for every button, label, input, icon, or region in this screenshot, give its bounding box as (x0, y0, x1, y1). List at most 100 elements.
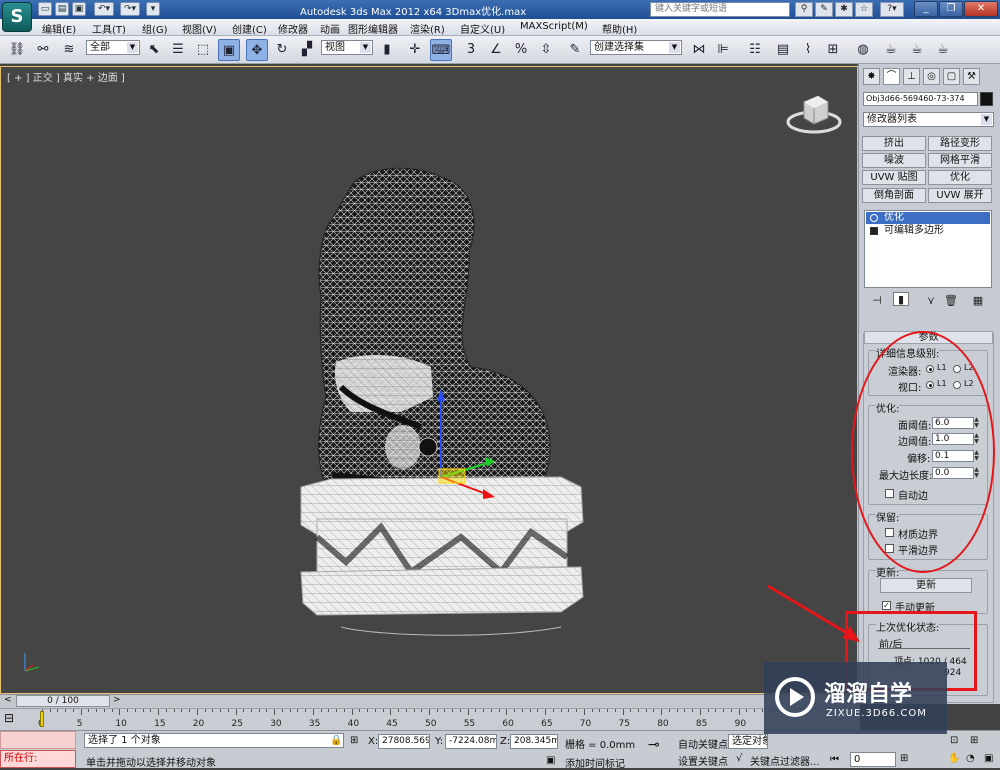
window-crossing-icon[interactable]: ▣ (218, 39, 240, 61)
time-tag-icon[interactable]: ▣ (546, 755, 555, 766)
manual-update-checkbox[interactable]: ✓ (882, 601, 891, 610)
favorites-icon[interactable]: ☆ (855, 2, 873, 17)
menu-help[interactable]: 帮助(H) (602, 21, 637, 36)
subscription-icon[interactable]: ✎ (815, 2, 833, 17)
redo-icon[interactable]: ↷▾ (120, 2, 140, 16)
binoculars-icon[interactable]: ⚲ (795, 2, 813, 17)
modify-tab-icon[interactable]: ⌒ (883, 68, 900, 85)
schematic-view-icon[interactable]: ⊞ (822, 39, 844, 61)
layer-manager-icon[interactable]: ☷ (744, 39, 766, 61)
curve-editor-icon[interactable]: ⌇ (797, 39, 819, 61)
lock-icon[interactable]: 🔒 (330, 735, 342, 746)
menu-rendering[interactable]: 渲染(R) (410, 21, 445, 36)
angle-snap-icon[interactable]: ∠ (485, 39, 507, 61)
make-unique-icon[interactable]: ⋎ (923, 294, 939, 308)
modifier-list-dropdown[interactable]: 修改器列表 ▼ (863, 112, 994, 127)
time-slider-track[interactable] (0, 694, 860, 708)
restore-button[interactable]: ❐ (939, 1, 963, 17)
create-tab-icon[interactable]: ✸ (863, 68, 880, 85)
selection-filter-dropdown[interactable]: 全部 ▼ (86, 40, 140, 55)
menu-animation[interactable]: 动画 (320, 21, 340, 36)
time-config-icon[interactable]: ⊞ (900, 753, 908, 764)
absolute-mode-icon[interactable]: ⊞ (350, 735, 358, 746)
set-key-button[interactable]: 设置关键点 (678, 753, 728, 768)
percent-snap-icon[interactable]: % (510, 39, 532, 61)
menu-tools[interactable]: 工具(T) (92, 21, 126, 36)
select-scale-icon[interactable]: ▞ (296, 39, 318, 61)
menu-views[interactable]: 视图(V) (182, 21, 217, 36)
search-input[interactable]: 键入关键字或短语 (650, 2, 790, 17)
rect-selection-icon[interactable]: ⬚ (192, 39, 214, 61)
utilities-tab-icon[interactable]: ⚒ (963, 68, 980, 85)
menu-customize[interactable]: 自定义(U) (460, 21, 505, 36)
goto-start-icon[interactable]: ⏮ (830, 754, 839, 765)
link-icon[interactable]: ⛓ (6, 39, 28, 61)
y-coordinate-field[interactable]: -7224.08m (445, 734, 497, 749)
zoom-extents-icon[interactable]: ⊡ (950, 735, 958, 746)
mini-curve-editor-icon[interactable]: ⊟ (4, 711, 24, 727)
menu-group[interactable]: 组(G) (142, 21, 168, 36)
key-filters-icon[interactable]: √ (736, 753, 742, 764)
minimize-button[interactable]: _ (914, 1, 938, 17)
modifier-button-meshsmooth[interactable]: 网格平滑 (928, 153, 992, 168)
current-frame-field[interactable]: 0 (850, 752, 896, 767)
bind-space-warp-icon[interactable]: ≋ (58, 39, 80, 61)
hierarchy-tab-icon[interactable]: ⊥ (903, 68, 920, 85)
align-icon[interactable]: ⊫ (712, 39, 734, 61)
close-button[interactable]: ✕ (964, 1, 998, 17)
configure-sets-icon[interactable]: ▦ (970, 294, 986, 308)
maximize-viewport-icon[interactable]: ▣ (984, 753, 993, 764)
modifier-button-unwrap-uvw[interactable]: UVW 展开 (928, 188, 992, 203)
show-end-result-icon[interactable]: ▮ (893, 292, 909, 306)
mirror-icon[interactable]: ⋈ (688, 39, 710, 61)
render-production-icon[interactable]: ☕ (932, 39, 954, 61)
perspective-viewport[interactable]: [ + ] 正交 ] 真实 + 边面 ] (0, 66, 858, 694)
modifier-button-optimize[interactable]: 优化 (928, 170, 992, 185)
communication-icon[interactable]: ✱ (835, 2, 853, 17)
current-frame-marker[interactable] (40, 711, 44, 727)
display-tab-icon[interactable]: ▢ (943, 68, 960, 85)
render-setup-icon[interactable]: ☕ (880, 39, 902, 61)
edit-named-selection-icon[interactable]: ✎ (564, 39, 586, 61)
key-icon[interactable]: ⊸ (648, 737, 660, 753)
modifier-button-uvw-map[interactable]: UVW 贴图 (862, 170, 926, 185)
modifier-button-extrude[interactable]: 挤出 (862, 136, 926, 151)
maxscript-listener-field[interactable] (0, 731, 76, 749)
named-selection-dropdown[interactable]: 创建选择集 ▼ (590, 40, 682, 55)
pin-stack-icon[interactable]: ⊣ (869, 294, 885, 308)
expand-icon[interactable] (870, 227, 878, 235)
object-color-swatch[interactable] (980, 92, 993, 106)
new-file-icon[interactable]: ▭ (38, 2, 52, 16)
graphite-ribbon-icon[interactable]: ▤ (772, 39, 794, 61)
help-icon[interactable]: ?▾ (880, 2, 904, 17)
object-name-field[interactable]: Obj3d66-569460-73-374 (863, 92, 978, 106)
menu-modifiers[interactable]: 修改器 (278, 21, 308, 36)
pedestal-model[interactable] (300, 476, 584, 636)
motion-tab-icon[interactable]: ◎ (923, 68, 940, 85)
unlink-icon[interactable]: ⚯ (32, 39, 54, 61)
keyboard-shortcut-icon[interactable]: ⌨ (430, 39, 452, 61)
x-coordinate-field[interactable]: 27808.569 (378, 734, 430, 749)
viewcube-icon[interactable] (786, 92, 842, 134)
pivot-center-icon[interactable]: ▮ (376, 39, 398, 61)
modifier-button-path-deform[interactable]: 路径变形 (928, 136, 992, 151)
undo-icon[interactable]: ↶▾ (94, 2, 114, 16)
save-icon[interactable]: ▣ (72, 2, 86, 16)
selected-set-dropdown[interactable]: 选定对象 (728, 734, 768, 749)
select-by-name-icon[interactable]: ☰ (167, 39, 189, 61)
update-button[interactable]: 更新 (880, 578, 972, 593)
material-editor-icon[interactable]: ◍ (852, 39, 874, 61)
auto-key-button[interactable]: 自动关键点 (678, 736, 728, 751)
modifier-button-bevel-profile[interactable]: 倒角剖面 (862, 188, 926, 203)
modifier-button-noise[interactable]: 噪波 (862, 153, 926, 168)
snaps-toggle-icon[interactable]: 3 (460, 39, 482, 61)
menu-create[interactable]: 创建(C) (232, 21, 267, 36)
select-move-icon[interactable]: ✥ (246, 39, 268, 61)
spinner-snap-icon[interactable]: ⇳ (535, 39, 557, 61)
open-file-icon[interactable]: ▤ (55, 2, 69, 16)
z-coordinate-field[interactable]: 208.345mr (510, 734, 558, 749)
reference-coord-dropdown[interactable]: 视图 ▼ (321, 40, 373, 55)
rendered-frame-icon[interactable]: ☕ (906, 39, 928, 61)
stack-item-optimize[interactable]: 优化 (866, 212, 990, 224)
remove-modifier-icon[interactable]: 🗑 (943, 294, 959, 308)
